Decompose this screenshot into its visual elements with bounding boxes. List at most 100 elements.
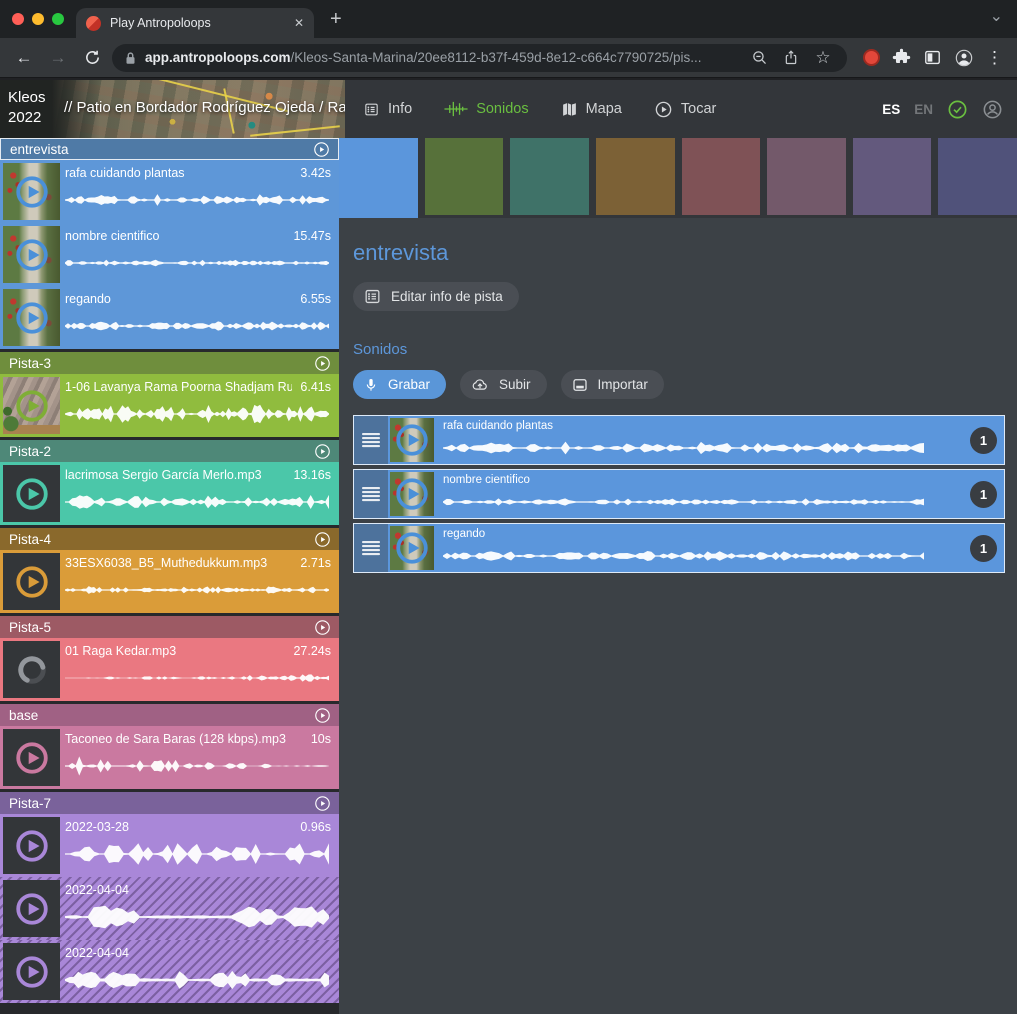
- sound-clip[interactable]: lacrimosa Sergio García Merlo.mp313.16s: [0, 462, 339, 525]
- sound-thumbnail[interactable]: [390, 418, 434, 462]
- upload-button[interactable]: Subir: [460, 370, 547, 399]
- lang-es-button[interactable]: ES: [882, 102, 900, 117]
- clip-play-icon[interactable]: [13, 173, 51, 211]
- sound-row[interactable]: rafa cuidando plantas1: [353, 415, 1005, 465]
- clip-thumbnail[interactable]: [3, 943, 60, 1000]
- sound-row[interactable]: nombre cientifico1: [353, 469, 1005, 519]
- sound-clip[interactable]: 2022-04-04: [0, 940, 339, 1003]
- track-color-swatch[interactable]: [596, 138, 675, 215]
- drag-handle[interactable]: [354, 416, 388, 464]
- track-color-swatch[interactable]: [853, 138, 932, 215]
- bookmark-star-icon[interactable]: ☆: [811, 46, 835, 70]
- track-header[interactable]: base: [0, 704, 339, 726]
- browser-tab[interactable]: Play Antropoloops ✕: [76, 8, 314, 38]
- browser-menu-kebab-icon[interactable]: ⋮: [986, 48, 1003, 68]
- reload-button[interactable]: [78, 44, 106, 72]
- track-header[interactable]: Pista-7: [0, 792, 339, 814]
- sound-clip[interactable]: 33ESX6038_B5_Muthedukkum.mp32.71s: [0, 550, 339, 613]
- clip-play-icon[interactable]: [13, 236, 51, 274]
- clip-thumbnail[interactable]: [3, 729, 60, 786]
- screen-record-extension-icon[interactable]: [863, 49, 880, 66]
- track-name: Pista-5: [9, 620, 314, 635]
- clip-thumbnail[interactable]: [3, 163, 60, 220]
- clip-thumbnail[interactable]: [3, 880, 60, 937]
- drag-handle[interactable]: [354, 470, 388, 518]
- import-button[interactable]: Importar: [561, 370, 664, 399]
- clip-thumbnail[interactable]: [3, 377, 60, 434]
- forward-button[interactable]: →: [44, 44, 72, 72]
- new-tab-button[interactable]: +: [330, 8, 342, 31]
- track-color-swatch[interactable]: [510, 138, 589, 215]
- clip-play-icon[interactable]: [393, 529, 431, 567]
- account-icon[interactable]: [982, 99, 1003, 120]
- clip-play-icon[interactable]: [13, 299, 51, 337]
- track-color-swatch[interactable]: [767, 138, 846, 215]
- clip-play-icon[interactable]: [13, 739, 51, 777]
- clip-thumbnail[interactable]: [3, 289, 60, 346]
- clip-play-icon[interactable]: [393, 475, 431, 513]
- lang-en-button[interactable]: EN: [914, 102, 933, 117]
- zoom-out-page-button[interactable]: [747, 46, 771, 70]
- app-logo[interactable]: Kleos 2022: [8, 88, 46, 127]
- nav-tab-sonidos[interactable]: Sonidos: [444, 101, 528, 117]
- track-play-icon[interactable]: [314, 795, 331, 812]
- window-close-button[interactable]: [12, 13, 24, 25]
- profile-avatar-icon[interactable]: [954, 48, 974, 68]
- clip-thumbnail[interactable]: [3, 226, 60, 283]
- track-header[interactable]: entrevista: [0, 138, 339, 160]
- window-zoom-button[interactable]: [52, 13, 64, 25]
- clip-thumbnail[interactable]: [3, 817, 60, 874]
- tab-list-chevron-icon[interactable]: ⌄: [990, 6, 1003, 26]
- edit-track-info-button[interactable]: Editar info de pista: [353, 282, 519, 311]
- clip-play-icon[interactable]: [13, 827, 51, 865]
- track-color-swatch[interactable]: [938, 138, 1017, 215]
- track-play-icon[interactable]: [314, 355, 331, 372]
- clip-play-icon[interactable]: [13, 953, 51, 991]
- clip-play-icon[interactable]: [393, 421, 431, 459]
- drag-handle[interactable]: [354, 524, 388, 572]
- track-header[interactable]: Pista-5: [0, 616, 339, 638]
- extensions-puzzle-icon[interactable]: [892, 48, 911, 67]
- back-button[interactable]: ←: [10, 44, 38, 72]
- sound-thumbnail[interactable]: [390, 472, 434, 516]
- nav-tab-tocar[interactable]: Tocar: [654, 100, 716, 119]
- clip-play-icon[interactable]: [13, 387, 51, 425]
- clip-title: 01 Raga Kedar.mp3: [65, 644, 285, 658]
- clip-play-icon[interactable]: [13, 563, 51, 601]
- sound-clip[interactable]: 2022-04-04: [0, 877, 339, 940]
- track-color-swatch[interactable]: [339, 138, 418, 218]
- sound-row[interactable]: regando1: [353, 523, 1005, 573]
- sound-thumbnail[interactable]: [390, 526, 434, 570]
- sound-clip[interactable]: 2022-03-280.96s: [0, 814, 339, 877]
- clip-thumbnail[interactable]: [3, 465, 60, 522]
- window-minimize-button[interactable]: [32, 13, 44, 25]
- sound-clip[interactable]: rafa cuidando plantas3.42s: [0, 160, 339, 223]
- track-play-icon[interactable]: [314, 707, 331, 724]
- track-color-swatch[interactable]: [425, 138, 504, 215]
- record-button[interactable]: Grabar: [353, 370, 446, 399]
- clip-play-icon[interactable]: [13, 890, 51, 928]
- clip-play-icon[interactable]: [13, 475, 51, 513]
- panel-title: entrevista: [353, 240, 1005, 266]
- track-play-icon[interactable]: [314, 531, 331, 548]
- tab-close-icon[interactable]: ✕: [294, 16, 304, 30]
- clip-thumbnail[interactable]: [3, 641, 60, 698]
- nav-tab-mapa[interactable]: Mapa: [561, 101, 622, 118]
- nav-tab-info[interactable]: Info: [363, 101, 412, 118]
- track-play-icon[interactable]: [313, 141, 330, 158]
- sound-clip[interactable]: 01 Raga Kedar.mp327.24s: [0, 638, 339, 701]
- sound-clip[interactable]: nombre cientifico15.47s: [0, 223, 339, 286]
- sound-clip[interactable]: Taconeo de Sara Baras (128 kbps).mp310s: [0, 726, 339, 789]
- share-button[interactable]: [779, 46, 803, 70]
- track-play-icon[interactable]: [314, 619, 331, 636]
- track-header[interactable]: Pista-3: [0, 352, 339, 374]
- address-bar[interactable]: app.antropoloops.com/Kleos-Santa-Marina/…: [112, 44, 847, 72]
- track-header[interactable]: Pista-4: [0, 528, 339, 550]
- side-panel-icon[interactable]: [923, 48, 942, 67]
- sound-clip[interactable]: 1-06 Lavanya Rama Poorna Shadjam Rupak..…: [0, 374, 339, 437]
- sound-clip[interactable]: regando6.55s: [0, 286, 339, 349]
- clip-thumbnail[interactable]: [3, 553, 60, 610]
- track-header[interactable]: Pista-2: [0, 440, 339, 462]
- track-play-icon[interactable]: [314, 443, 331, 460]
- track-color-swatch[interactable]: [682, 138, 761, 215]
